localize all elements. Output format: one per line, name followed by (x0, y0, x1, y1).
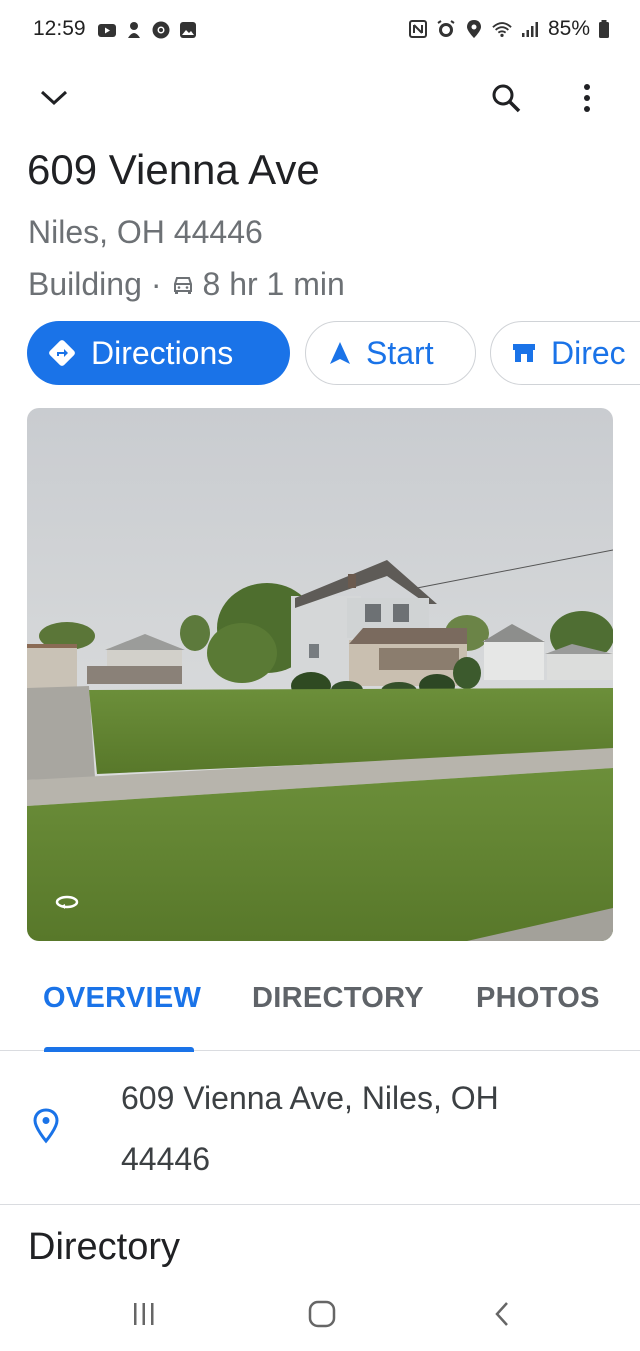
directions-label: Directions (91, 334, 234, 371)
chevron-down-icon (40, 90, 68, 106)
back-button[interactable] (472, 1294, 532, 1334)
wifi-icon (492, 22, 512, 37)
street-view-photo[interactable] (27, 408, 613, 941)
address-line-2: 44446 (121, 1141, 210, 1177)
tab-photos[interactable]: PHOTOS (476, 982, 600, 1015)
more-options-button[interactable] (563, 74, 611, 122)
street-view-rotate-icon (55, 895, 79, 909)
car-icon (173, 276, 192, 294)
gallery-icon (180, 22, 196, 38)
search-button[interactable] (482, 74, 530, 122)
signal-icon (521, 22, 538, 37)
collapse-button[interactable] (30, 74, 78, 122)
home-icon (308, 1300, 336, 1328)
status-time: 12:59 (33, 17, 86, 40)
directory-chip-label: Direc (551, 334, 626, 371)
back-icon (495, 1302, 508, 1326)
place-locality: Niles, OH 44446 (28, 214, 263, 250)
address-row[interactable]: 609 Vienna Ave, Niles, OH 44446 (0, 1050, 640, 1205)
status-left-icons (97, 20, 198, 40)
tab-directory[interactable]: DIRECTORY (252, 982, 424, 1015)
top-app-bar (0, 70, 640, 130)
tab-overview[interactable]: OVERVIEW (43, 982, 201, 1015)
alarm-icon (437, 20, 455, 37)
storefront-icon (511, 341, 537, 365)
location-pin-icon (33, 1108, 59, 1144)
status-right: 85% (408, 17, 610, 41)
place-title: 609 Vienna Ave (27, 146, 320, 193)
action-chips: Directions Start Direc (27, 321, 640, 389)
chrome-icon (152, 21, 170, 39)
battery-icon (599, 20, 609, 38)
location-icon (466, 20, 481, 38)
home-button[interactable] (292, 1294, 352, 1334)
drive-time: 8 hr 1 min (202, 266, 345, 302)
address-text: 609 Vienna Ave, Niles, OH 44446 (121, 1068, 601, 1190)
meta-separator: · (150, 266, 162, 302)
status-bar: 12:59 85% (0, 0, 640, 62)
more-vert-icon (584, 84, 590, 112)
search-icon (492, 84, 521, 113)
youtube-icon (98, 24, 116, 37)
directory-chip[interactable]: Direc (490, 321, 640, 385)
place-meta: Building · 8 hr 1 min (28, 266, 345, 303)
battery-percent: 85% (547, 17, 590, 40)
directory-section-title: Directory (28, 1226, 181, 1268)
directions-button[interactable]: Directions (27, 321, 290, 385)
directions-icon (47, 338, 77, 368)
system-nav-bar (0, 1276, 640, 1351)
address-line-1: 609 Vienna Ave, Niles, OH (121, 1080, 499, 1116)
navigation-arrow-icon (328, 340, 352, 366)
place-tabs: OVERVIEW DIRECTORY PHOTOS (0, 960, 640, 1052)
recents-icon (134, 1303, 154, 1325)
place-category: Building (28, 266, 142, 302)
notification-icon (128, 22, 140, 38)
start-label: Start (366, 334, 434, 371)
nfc-icon (408, 20, 427, 38)
start-button[interactable]: Start (305, 321, 476, 385)
recents-button[interactable] (114, 1294, 174, 1334)
